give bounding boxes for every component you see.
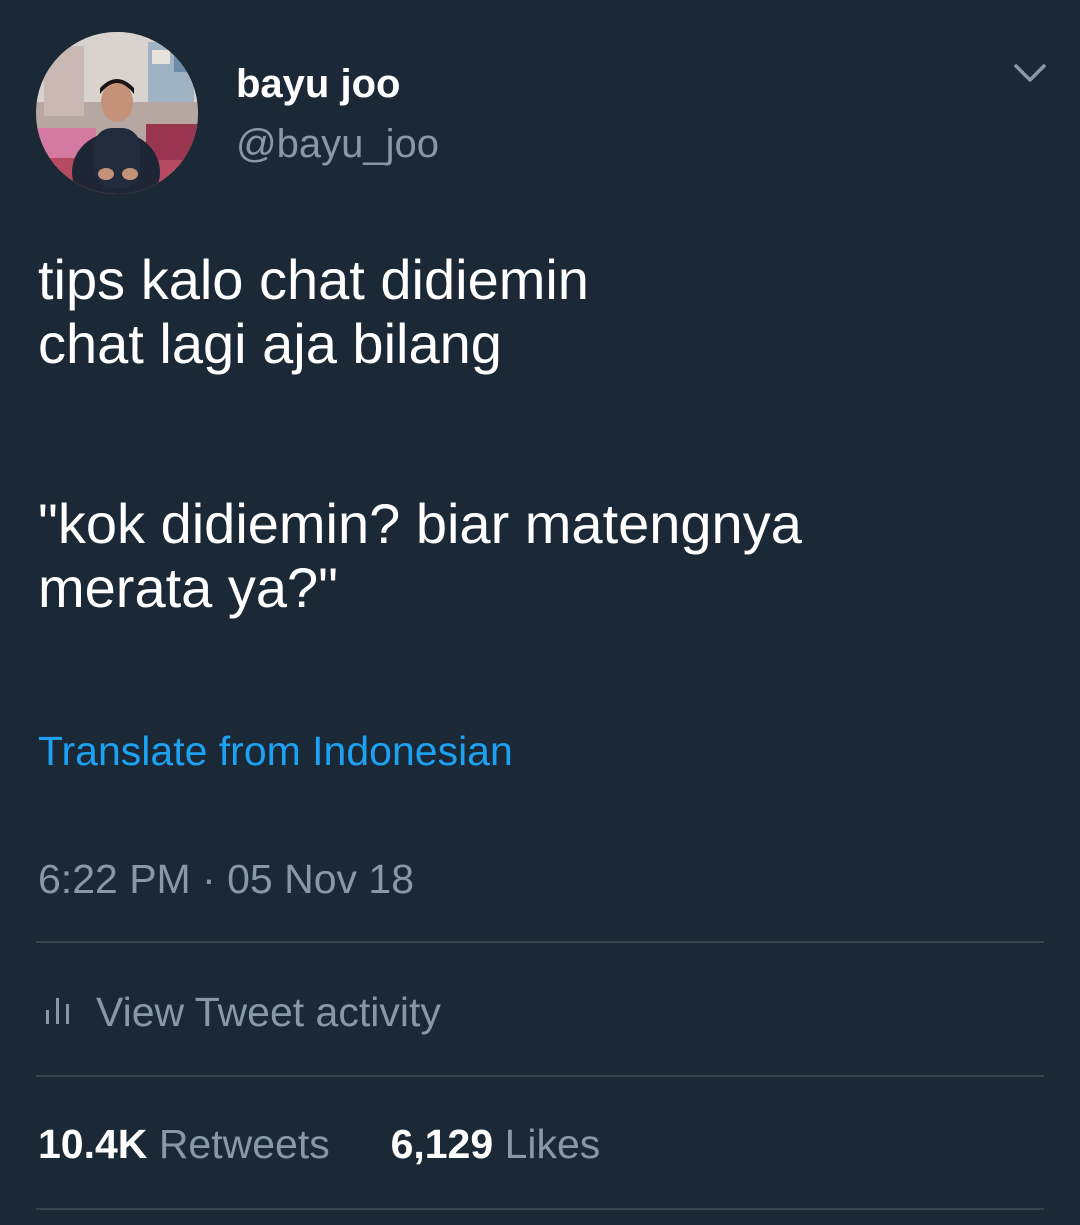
bar-chart-icon xyxy=(44,994,72,1031)
retweets-stat[interactable]: 10.4K Retweets xyxy=(38,1121,341,1167)
divider xyxy=(36,941,1044,943)
chevron-down-icon[interactable] xyxy=(1010,58,1050,88)
tweet-stats: 10.4K Retweets 6,129 Likes xyxy=(38,1118,600,1170)
user-handle[interactable]: @bayu_joo xyxy=(236,120,439,168)
display-name[interactable]: bayu joo xyxy=(236,60,400,108)
tweet-text-line: chat lagi aja bilang xyxy=(38,312,502,375)
likes-label: Likes xyxy=(504,1121,601,1167)
likes-stat[interactable]: 6,129 Likes xyxy=(379,1121,601,1167)
tweet-text-line: merata ya?" xyxy=(38,556,339,619)
divider xyxy=(36,1208,1044,1210)
tweet-text-line: "kok didiemin? biar matengnya xyxy=(38,492,802,555)
tweet-text-line: tips kalo chat didiemin xyxy=(38,248,589,311)
view-tweet-activity-label: View Tweet activity xyxy=(96,989,441,1035)
tweet-detail: bayu joo @bayu_joo tips kalo chat didiem… xyxy=(0,0,1080,1225)
retweets-label: Retweets xyxy=(158,1121,330,1167)
divider xyxy=(36,1075,1044,1077)
translate-link[interactable]: Translate from Indonesian xyxy=(38,726,513,776)
likes-count: 6,129 xyxy=(390,1121,494,1167)
tweet-timestamp[interactable]: 6:22 PM · 05 Nov 18 xyxy=(38,854,414,904)
tweet-text: tips kalo chat didiemin chat lagi aja bi… xyxy=(38,248,1048,620)
avatar[interactable] xyxy=(36,32,198,194)
view-tweet-activity-button[interactable]: View Tweet activity xyxy=(44,986,441,1038)
retweets-count: 10.4K xyxy=(38,1121,148,1167)
